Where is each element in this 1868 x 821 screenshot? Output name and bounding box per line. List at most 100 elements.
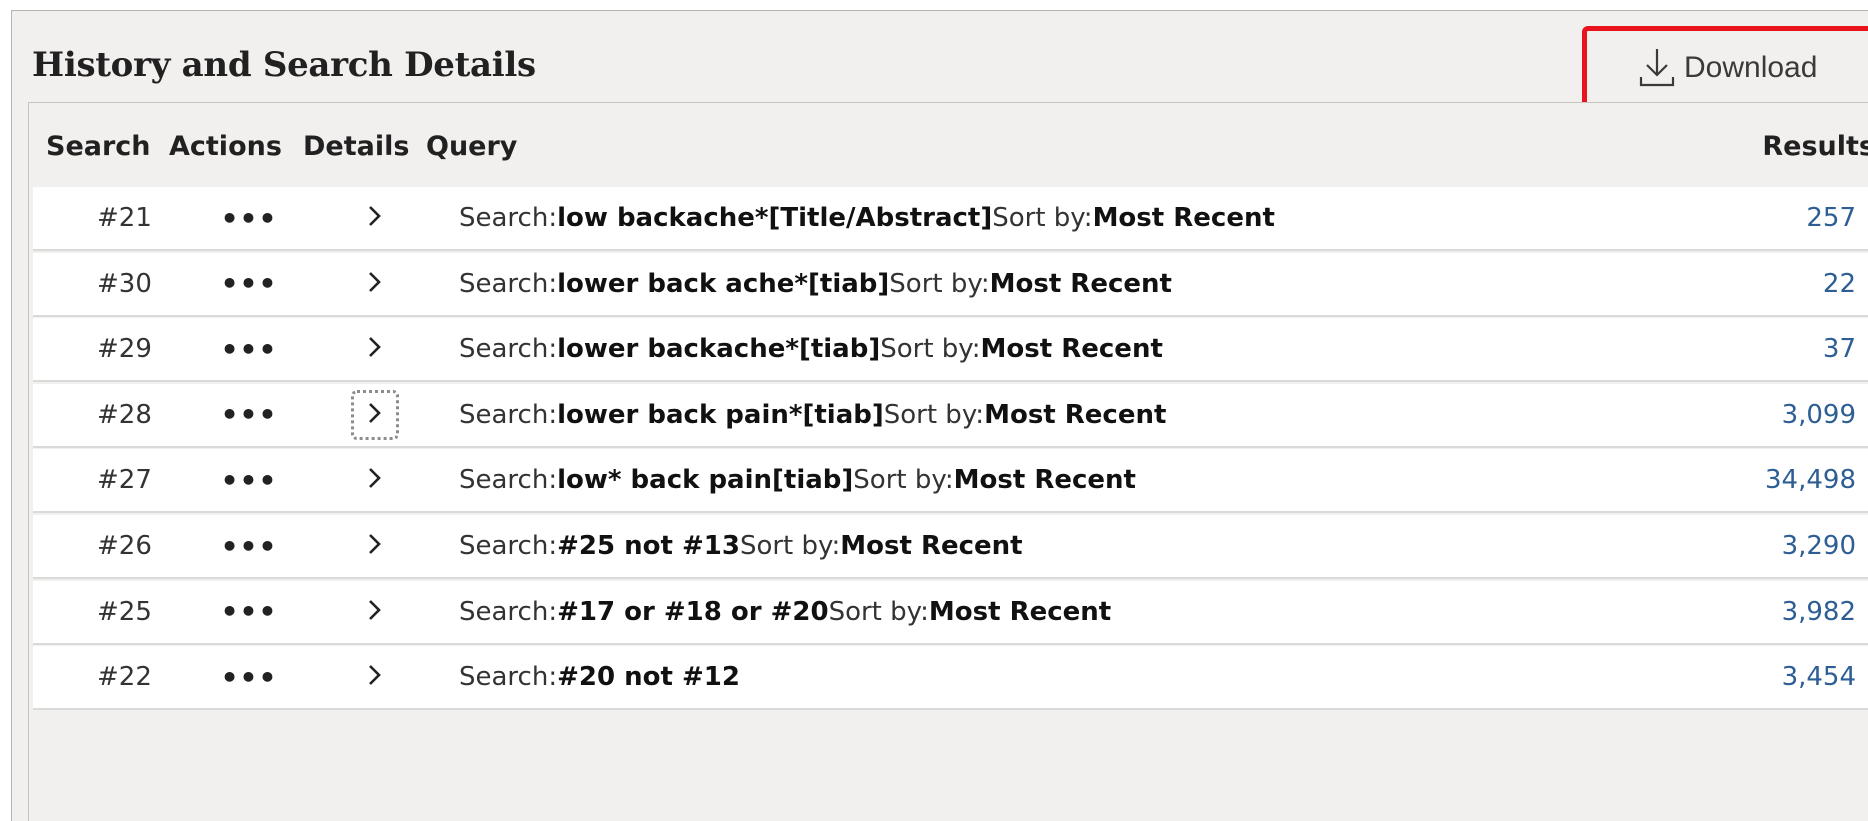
- details-toggle-button[interactable]: [351, 515, 399, 577]
- chevron-right-icon: [367, 270, 383, 298]
- query-text: Search: lower backache*[tiab] Sort by: M…: [459, 318, 1163, 380]
- search-number: #29: [97, 334, 152, 365]
- table-header: Search Actions Details Query Results: [29, 103, 1868, 187]
- actions-menu-button[interactable]: •••: [221, 187, 277, 249]
- sort-by-label: Sort by:: [889, 268, 990, 299]
- more-horizontal-icon: •••: [220, 332, 278, 366]
- results-count-link[interactable]: 37: [1823, 318, 1856, 380]
- query-prefix: Search:: [459, 399, 558, 430]
- query-term: lower backache*[tiab]: [557, 334, 881, 365]
- actions-menu-button[interactable]: •••: [221, 515, 277, 577]
- query-term: #20 not #12: [557, 662, 740, 693]
- query-prefix: Search:: [459, 662, 558, 693]
- actions-menu-button[interactable]: •••: [221, 384, 277, 446]
- sort-by-label: Sort by:: [992, 203, 1093, 233]
- more-horizontal-icon: •••: [220, 398, 278, 432]
- query-prefix: Search:: [459, 465, 558, 496]
- details-toggle-button[interactable]: [351, 384, 399, 446]
- results-count-link[interactable]: 34,498: [1765, 449, 1856, 511]
- results-count-link[interactable]: 3,454: [1782, 646, 1856, 708]
- chevron-right-icon: [367, 598, 383, 626]
- download-button[interactable]: Download: [1638, 43, 1817, 93]
- sort-by-label: Sort by:: [880, 334, 981, 365]
- search-number: #25: [97, 596, 152, 627]
- chevron-right-icon: [367, 663, 383, 691]
- details-focus-ring: [351, 389, 399, 440]
- sort-by-label: Sort by:: [853, 465, 954, 496]
- sort-value: Most Recent: [980, 334, 1163, 365]
- sort-by-label: Sort by:: [828, 596, 929, 627]
- chevron-right-icon: [367, 532, 383, 560]
- sort-by-label: Sort by:: [739, 531, 841, 561]
- sort-by-label: Sort by:: [883, 399, 985, 430]
- more-horizontal-icon: •••: [220, 660, 278, 694]
- header-details: Details: [303, 131, 410, 162]
- results-count-link[interactable]: 3,099: [1782, 384, 1856, 446]
- more-horizontal-icon: •••: [220, 595, 278, 629]
- query-text: Search: lower back ache*[tiab] Sort by: …: [459, 253, 1172, 315]
- search-number: #22: [97, 662, 152, 693]
- download-icon: [1638, 47, 1676, 89]
- more-horizontal-icon: •••: [220, 267, 278, 301]
- search-number: #30: [97, 268, 152, 299]
- results-count-link[interactable]: 22: [1823, 253, 1856, 315]
- results-count-link[interactable]: 3,290: [1782, 515, 1856, 577]
- history-panel: History and Search Details Download Sear…: [11, 10, 1868, 821]
- details-toggle-button[interactable]: [351, 449, 399, 511]
- sort-value: Most Recent: [989, 268, 1172, 299]
- more-horizontal-icon: •••: [220, 529, 278, 563]
- table-row: #28 ••• Search: lower back pain*[tiab] Sor…: [33, 383, 1868, 448]
- sort-value: Most Recent: [840, 531, 1023, 561]
- panel-title: History and Search Details: [32, 45, 536, 85]
- query-prefix: Search:: [459, 596, 558, 627]
- table-row: #27 ••• Search: low* back pain[tiab] Sort …: [33, 449, 1868, 514]
- more-horizontal-icon: •••: [220, 463, 278, 497]
- details-toggle-button[interactable]: [351, 187, 399, 249]
- details-toggle-button[interactable]: [351, 318, 399, 380]
- query-term: #25 not #13: [557, 531, 740, 561]
- actions-menu-button[interactable]: •••: [221, 253, 277, 315]
- details-toggle-button[interactable]: [351, 581, 399, 643]
- query-prefix: Search:: [459, 531, 558, 561]
- query-term: low* back pain[tiab]: [557, 465, 854, 496]
- query-text: Search: #17 or #18 or #20 Sort by: Most …: [459, 581, 1111, 643]
- table-row: #29 ••• Search: lower backache*[tiab] Sort…: [33, 318, 1868, 383]
- query-text: Search: #20 not #12: [459, 646, 740, 708]
- download-label: Download: [1684, 51, 1818, 84]
- query-term: lower back pain*[tiab]: [557, 399, 884, 430]
- actions-menu-button[interactable]: •••: [221, 581, 277, 643]
- sort-value: Most Recent: [1092, 203, 1275, 233]
- search-number: #28: [97, 399, 152, 430]
- table-row: #22 ••• Search: #20 not #12 3,454: [33, 646, 1868, 711]
- sort-value: Most Recent: [928, 596, 1112, 627]
- details-toggle-button[interactable]: [351, 646, 399, 708]
- header-search: Search: [46, 131, 151, 162]
- search-number: #21: [97, 203, 152, 233]
- sort-value: Most Recent: [984, 399, 1167, 430]
- header-actions: Actions: [169, 131, 282, 162]
- query-text: Search: #25 not #13 Sort by: Most Recent: [459, 515, 1023, 577]
- details-toggle-button[interactable]: [351, 253, 399, 315]
- sort-value: Most Recent: [953, 465, 1136, 496]
- query-prefix: Search:: [459, 268, 558, 299]
- header-results: Results: [1762, 131, 1868, 162]
- header-query: Query: [426, 131, 518, 162]
- query-prefix: Search:: [459, 334, 558, 365]
- chevron-right-icon: [367, 335, 383, 363]
- query-term: lower back ache*[tiab]: [557, 268, 890, 299]
- query-term: #17 or #18 or #20: [557, 596, 829, 627]
- results-count-link[interactable]: 3,982: [1782, 581, 1856, 643]
- table-row: #26 ••• Search: #25 not #13 Sort by: Most …: [33, 515, 1868, 579]
- actions-menu-button[interactable]: •••: [221, 318, 277, 380]
- search-number: #26: [97, 531, 152, 561]
- actions-menu-button[interactable]: •••: [221, 646, 277, 708]
- table-row: #25 ••• Search: #17 or #18 or #20 Sort by:…: [33, 580, 1868, 645]
- actions-menu-button[interactable]: •••: [221, 449, 277, 511]
- query-prefix: Search:: [459, 203, 558, 233]
- results-count-link[interactable]: 257: [1806, 187, 1856, 249]
- query-text: Search: low backache*[Title/Abstract] So…: [459, 187, 1275, 249]
- query-text: Search: lower back pain*[tiab] Sort by: …: [459, 384, 1166, 446]
- query-text: Search: low* back pain[tiab] Sort by: Mo…: [459, 449, 1136, 511]
- table-row: #30 ••• Search: lower back ache*[tiab] Sor…: [33, 252, 1868, 317]
- history-table: Search Actions Details Query Results #21…: [28, 102, 1868, 821]
